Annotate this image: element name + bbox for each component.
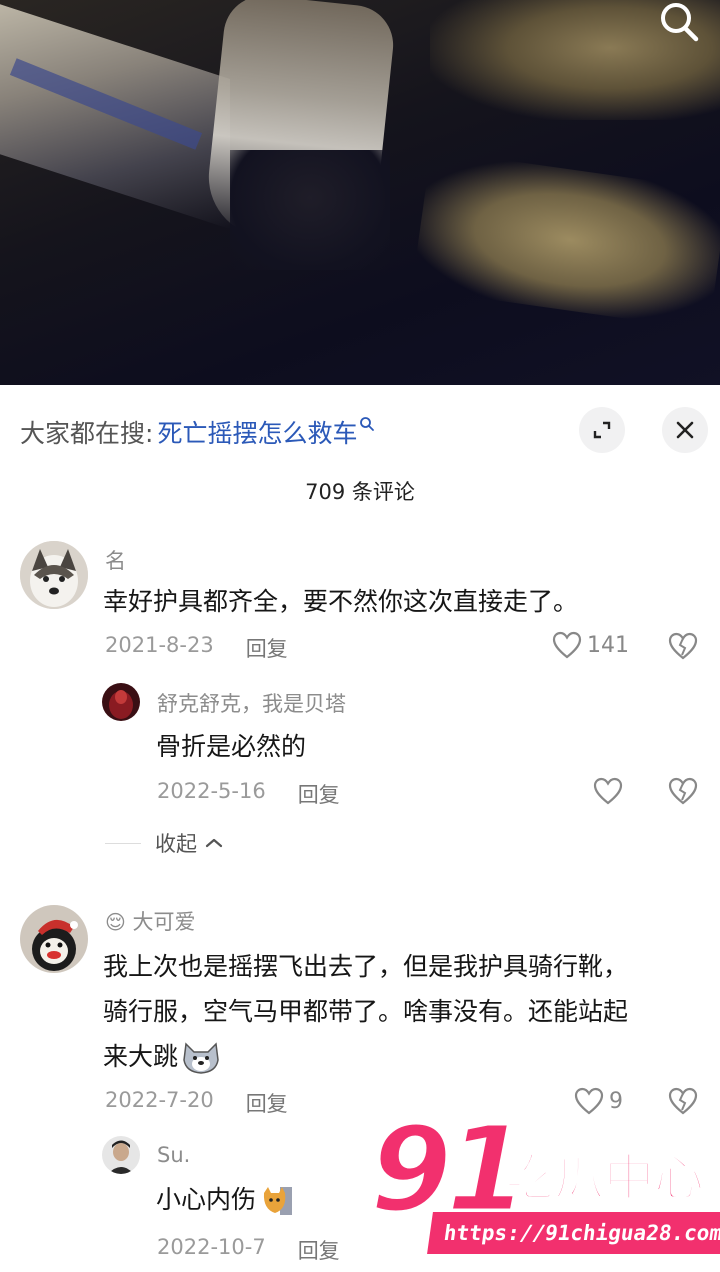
reply-button[interactable]: 回复: [298, 1235, 340, 1265]
watermark-url: https://91chigua28.com: [427, 1212, 720, 1254]
comment-text-last-line: 来大跳: [103, 1035, 222, 1078]
reply-text-row: 小心内伤: [156, 1178, 294, 1221]
chevron-up-icon: [205, 838, 223, 848]
reply-text: 小心内伤: [156, 1185, 257, 1214]
cat-emoji-icon: [263, 1186, 293, 1215]
dislike-button[interactable]: [667, 1086, 699, 1120]
reply-date: 2022-10-7: [157, 1235, 266, 1259]
like-button[interactable]: 9: [573, 1086, 623, 1116]
like-count: 141: [587, 632, 629, 658]
reply-button[interactable]: 回复: [246, 633, 288, 663]
hot-search-bar[interactable]: 大家都在搜: 死亡摇摆怎么救车: [20, 410, 375, 454]
reply-username[interactable]: 舒克舒克，我是贝塔: [157, 688, 346, 718]
dislike-button[interactable]: [667, 631, 699, 665]
reply-meta: 2022-5-16 回复: [157, 779, 340, 809]
comment-meta: 2022-7-20 回复: [105, 1088, 288, 1118]
watermark-logo: 91 吃瓜中心 https://91chigua28.com: [368, 1109, 720, 1265]
reply-username[interactable]: Su.: [157, 1143, 190, 1167]
comment-text: 我上次也是摇摆飞出去了，但是我护具骑行靴，: [103, 952, 629, 981]
comment-username: 大可爱: [132, 910, 196, 934]
hot-search-term[interactable]: 死亡摇摆怎么救车: [157, 414, 357, 450]
search-small-icon: [359, 416, 375, 436]
hot-search-label: 大家都在搜:: [20, 419, 154, 448]
username-emoji: 😌: [105, 910, 126, 934]
comment-text: 来大跳: [103, 1042, 179, 1071]
comment-date: 2022-7-20: [105, 1088, 214, 1112]
broken-heart-icon: [668, 632, 698, 660]
wolf-emoji-icon: [183, 1041, 219, 1074]
comment-text: 幸好护具都齐全，要不然你这次直接走了。: [103, 587, 579, 616]
like-button[interactable]: [592, 776, 624, 806]
heart-icon: [552, 631, 582, 659]
reply-button[interactable]: 回复: [246, 1088, 288, 1118]
avatar[interactable]: [102, 683, 140, 721]
comment-meta: 2021-8-23 回复: [105, 633, 288, 663]
avatar[interactable]: [20, 905, 88, 973]
close-icon: [676, 421, 694, 439]
video-frame-patch: [411, 149, 720, 331]
collapse-label: 收起: [155, 832, 197, 856]
reply-button[interactable]: 回复: [298, 779, 340, 809]
avatar[interactable]: [102, 1136, 140, 1174]
reply-meta: 2022-10-7 回复: [157, 1235, 340, 1265]
watermark-number: 91: [368, 1100, 529, 1238]
comment-username[interactable]: 名: [105, 545, 126, 575]
watermark-chinese: 吃瓜中心: [503, 1148, 705, 1208]
comment-date: 2021-8-23: [105, 633, 214, 657]
divider: [105, 842, 141, 844]
close-button[interactable]: [662, 407, 708, 453]
video-player[interactable]: [0, 0, 720, 385]
expand-icon: [593, 421, 611, 439]
reply-text: 骨折是必然的: [156, 732, 307, 761]
like-count: 9: [609, 1088, 623, 1114]
video-frame-shoe: [230, 150, 390, 270]
comment-count: 709 条评论: [305, 480, 415, 504]
heart-icon: [574, 1087, 604, 1115]
reply-date: 2022-5-16: [157, 779, 266, 803]
collapse-replies-button[interactable]: 收起: [105, 828, 225, 858]
expand-button[interactable]: [579, 407, 625, 453]
comment-text: 骑行服，空气马甲都带了。啥事没有。还能站起: [103, 997, 629, 1026]
avatar[interactable]: [20, 541, 88, 609]
dislike-button[interactable]: [667, 776, 699, 810]
comment-username-row[interactable]: 😌 大可爱: [105, 906, 196, 936]
heart-icon: [593, 777, 623, 805]
like-button[interactable]: 141: [551, 630, 629, 660]
broken-heart-icon: [668, 1087, 698, 1115]
broken-heart-icon: [668, 777, 698, 805]
search-icon[interactable]: [654, 0, 706, 48]
